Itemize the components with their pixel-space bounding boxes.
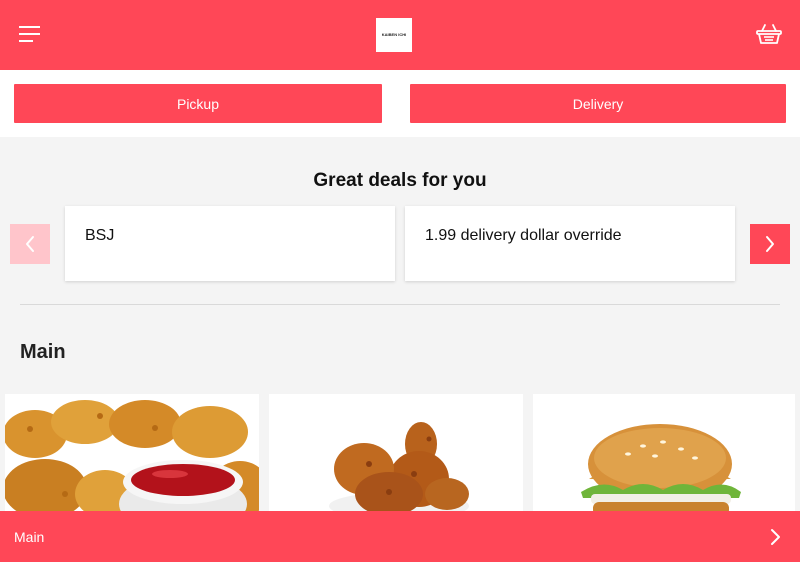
pickup-button[interactable]: Pickup xyxy=(14,84,382,123)
deals-next-button[interactable] xyxy=(750,224,790,264)
chevron-right-icon xyxy=(766,236,774,252)
fried-chicken-drumsticks-image xyxy=(269,394,523,524)
deals-prev-button[interactable] xyxy=(10,224,50,264)
section-divider xyxy=(20,304,780,305)
order-mode-bar: Pickup Delivery xyxy=(0,70,800,137)
deal-card[interactable]: 1.99 delivery dollar override xyxy=(405,206,735,281)
product-card-burger[interactable] xyxy=(533,394,795,524)
logo-text: KAIBEN ICHI xyxy=(381,32,407,37)
delivery-button[interactable]: Delivery xyxy=(410,84,786,123)
restaurant-logo[interactable]: KAIBEN ICHI xyxy=(376,18,412,52)
hamburger-menu-icon[interactable] xyxy=(19,25,41,43)
chicken-nuggets-with-ketchup-image xyxy=(5,394,259,524)
chevron-right-icon xyxy=(771,529,780,545)
category-footer-bar[interactable]: Main xyxy=(0,511,800,562)
chicken-burger-image xyxy=(533,394,795,524)
chevron-left-icon xyxy=(26,236,34,252)
menu-section-title: Main xyxy=(20,341,66,363)
current-category-label: Main xyxy=(14,529,45,545)
deal-card[interactable]: BSJ xyxy=(65,206,395,281)
deal-label: BSJ xyxy=(85,227,115,244)
product-card-drumsticks[interactable] xyxy=(269,394,523,524)
shopping-basket-icon[interactable] xyxy=(756,22,782,46)
product-card-nuggets[interactable] xyxy=(5,394,259,524)
deal-label: 1.99 delivery dollar override xyxy=(425,227,622,244)
deals-heading: Great deals for you xyxy=(313,170,487,191)
app-header: KAIBEN ICHI xyxy=(0,0,800,70)
